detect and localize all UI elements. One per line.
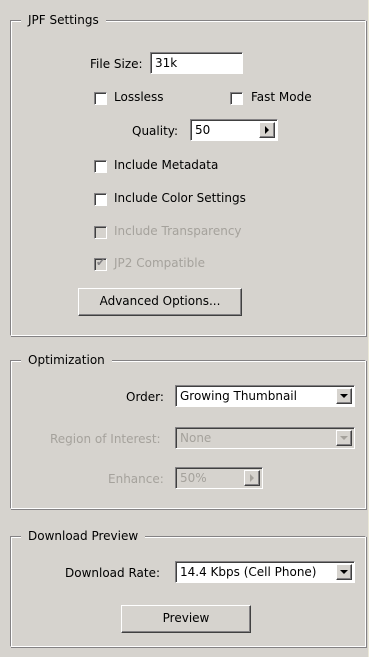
download-rate-select[interactable]: 14.4 Kbps (Cell Phone) — [175, 561, 355, 583]
checkmark-icon: ✔ — [96, 256, 106, 269]
order-select[interactable]: Growing Thumbnail — [175, 385, 355, 407]
optimization-legend: Optimization — [21, 353, 112, 368]
chevron-right-icon — [265, 126, 269, 134]
download-rate-dropdown-button[interactable] — [336, 564, 352, 580]
order-dropdown-button[interactable] — [336, 388, 352, 404]
fast-mode-label[interactable]: Fast Mode — [251, 89, 312, 105]
download-rate-value: 14.4 Kbps (Cell Phone) — [180, 565, 317, 579]
jpf-settings-group: JPF Settings File Size: 31k Lossless Fas… — [10, 13, 366, 336]
chevron-down-icon — [340, 436, 348, 440]
file-size-value: 31k — [155, 56, 178, 70]
include-transparency-checkbox — [94, 226, 107, 239]
file-size-label: File Size: — [90, 57, 143, 71]
enhance-value: 50% — [180, 471, 207, 485]
chevron-right-icon — [250, 474, 254, 482]
preview-button[interactable]: Preview — [121, 605, 251, 633]
optimization-group: Optimization Order: Growing Thumbnail Re… — [10, 353, 366, 509]
region-dropdown-button — [336, 430, 352, 446]
region-of-interest-value: None — [180, 431, 212, 445]
region-of-interest-label: Region of Interest: — [50, 432, 161, 446]
advanced-options-button[interactable]: Advanced Options... — [78, 288, 242, 316]
jp2-compatible-checkbox: ✔ — [94, 256, 107, 271]
chevron-down-icon — [340, 570, 348, 574]
order-label: Order: — [126, 390, 164, 404]
download-rate-label: Download Rate: — [65, 566, 161, 580]
include-transparency-label: Include Transparency — [114, 224, 242, 238]
enhance-input: 50% — [175, 467, 263, 489]
include-metadata-checkbox[interactable] — [94, 160, 107, 173]
quality-input[interactable]: 50 — [190, 119, 278, 141]
include-color-settings-label[interactable]: Include Color Settings — [114, 190, 246, 206]
panel-edge — [368, 0, 372, 657]
download-preview-legend: Download Preview — [21, 529, 146, 544]
quality-label: Quality: — [132, 124, 179, 138]
include-color-settings-checkbox[interactable] — [94, 193, 107, 206]
jp2-compatible-label: JP2 Compatible — [114, 256, 205, 270]
region-of-interest-select: None — [175, 427, 355, 449]
download-preview-group: Download Preview Download Rate: 14.4 Kbp… — [10, 529, 366, 647]
quality-value: 50 — [195, 123, 211, 137]
quality-slider-button[interactable] — [259, 122, 275, 138]
enhance-label: Enhance: — [108, 472, 164, 486]
fast-mode-checkbox[interactable] — [230, 92, 243, 105]
lossless-label[interactable]: Lossless — [114, 89, 164, 105]
include-metadata-label[interactable]: Include Metadata — [114, 157, 218, 173]
enhance-slider-button — [244, 470, 260, 486]
order-value: Growing Thumbnail — [180, 389, 297, 403]
lossless-checkbox[interactable] — [94, 92, 107, 105]
jpf-settings-legend: JPF Settings — [21, 13, 106, 28]
file-size-input[interactable]: 31k — [150, 52, 243, 74]
chevron-down-icon — [340, 394, 348, 398]
